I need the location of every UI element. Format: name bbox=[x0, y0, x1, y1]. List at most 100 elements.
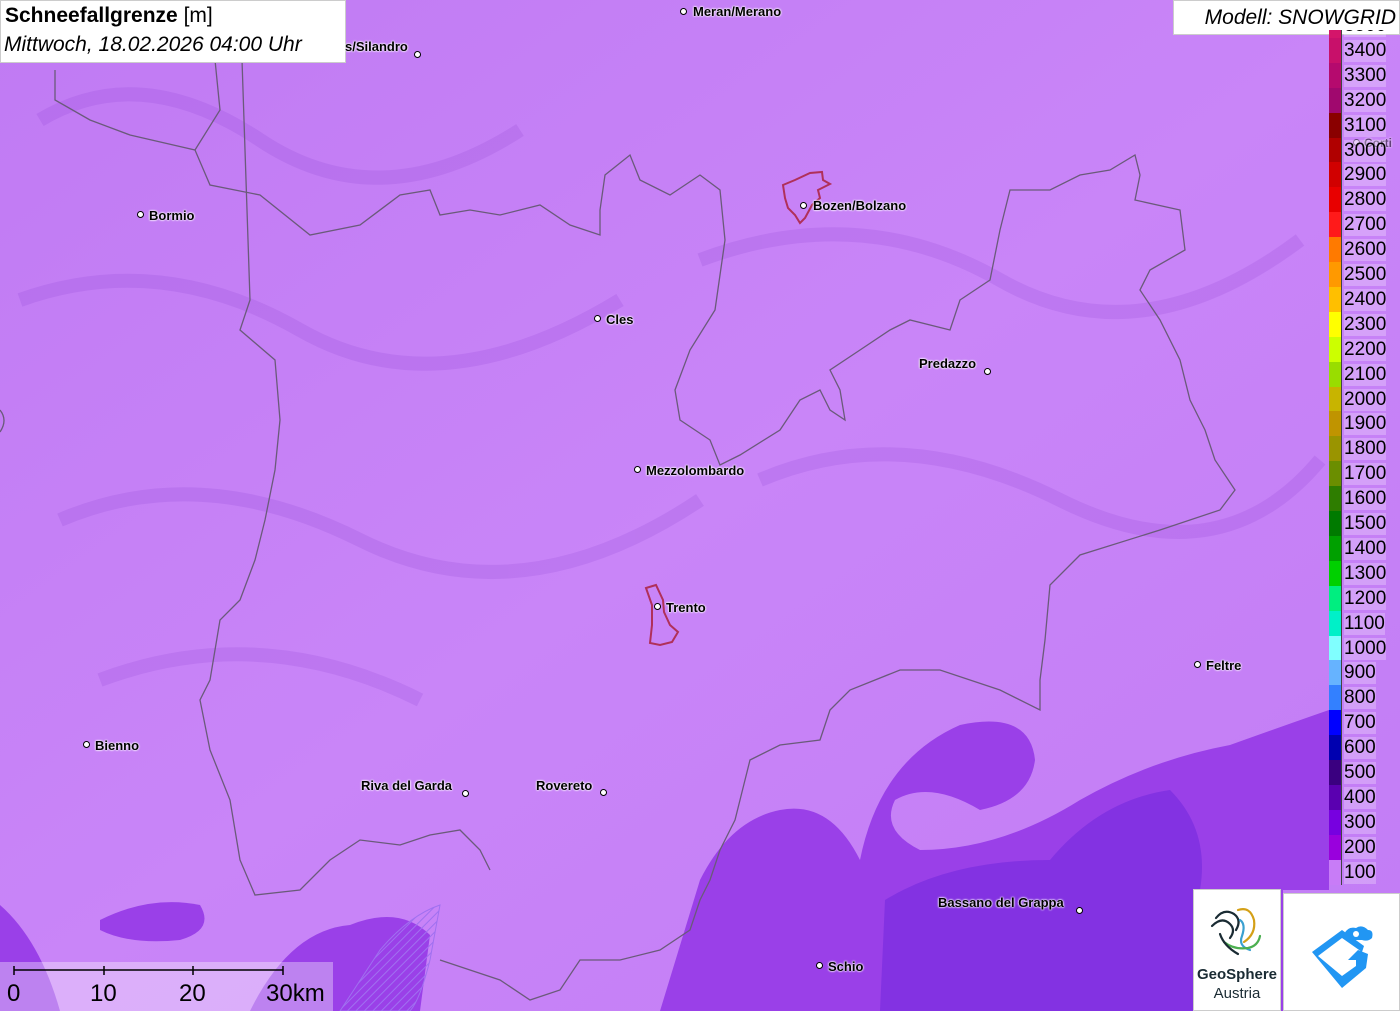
legend-item-1700: 1700 bbox=[1329, 461, 1400, 487]
legend-swatch bbox=[1329, 735, 1342, 761]
city-marker-feltre[interactable] bbox=[1194, 661, 1201, 668]
city-marker-silandro[interactable] bbox=[414, 51, 421, 58]
legend-label: 900 bbox=[1344, 662, 1376, 685]
legend-label: 2800 bbox=[1344, 189, 1387, 212]
legend-swatch bbox=[1329, 212, 1342, 238]
legend-swatch bbox=[1329, 137, 1342, 163]
legend-swatch bbox=[1329, 809, 1342, 835]
legend-label: 2700 bbox=[1344, 214, 1387, 237]
legend-label: 2500 bbox=[1344, 264, 1387, 286]
city-label-feltre[interactable]: Feltre bbox=[1206, 658, 1241, 673]
city-marker-schio[interactable] bbox=[816, 962, 823, 969]
city-label-cles[interactable]: Cles bbox=[606, 312, 633, 327]
city-label-predazzo[interactable]: Predazzo bbox=[919, 356, 976, 371]
city-label-bozen[interactable]: Bozen/Bolzano bbox=[813, 198, 906, 213]
legend-item-3000: 3000 bbox=[1329, 137, 1400, 163]
legend-label: 2600 bbox=[1344, 239, 1387, 262]
legend-swatch bbox=[1329, 710, 1342, 736]
geosphere-subtitle: Austria bbox=[1213, 985, 1261, 1002]
legend-swatch bbox=[1329, 162, 1342, 188]
legend-item-3100: 3100 bbox=[1329, 112, 1400, 138]
legend-item-800: 800 bbox=[1329, 685, 1400, 711]
legend-label: 2900 bbox=[1344, 164, 1387, 187]
city-marker-rovereto[interactable] bbox=[600, 789, 607, 796]
legend-swatch bbox=[1329, 237, 1342, 263]
legend-item-1000: 1000 bbox=[1329, 635, 1400, 661]
legend-swatch bbox=[1329, 660, 1342, 686]
city-label-bienno[interactable]: Bienno bbox=[95, 738, 139, 753]
scale-bar: 0 10 20 30km bbox=[0, 962, 333, 1011]
legend-swatch bbox=[1329, 436, 1342, 462]
legend-swatch bbox=[1329, 834, 1342, 860]
legend-label: 1300 bbox=[1344, 562, 1387, 585]
legend-item-2100: 2100 bbox=[1329, 361, 1400, 387]
legend-item-500: 500 bbox=[1329, 760, 1400, 785]
weather-service-logo[interactable] bbox=[1283, 893, 1400, 1011]
city-label-mezzolombardo[interactable]: Mezzolombardo bbox=[646, 463, 744, 478]
legend-label: 1200 bbox=[1344, 587, 1387, 610]
legend-label: 1700 bbox=[1344, 463, 1387, 486]
legend-swatch bbox=[1329, 37, 1342, 63]
legend-item-900: 900 bbox=[1329, 660, 1400, 686]
legend-label: 100 bbox=[1344, 861, 1376, 884]
legend-swatch bbox=[1329, 311, 1342, 337]
legend-label: 1800 bbox=[1344, 438, 1387, 461]
parameter-name: Schneefallgrenze bbox=[5, 4, 178, 27]
city-label-rovereto[interactable]: Rovereto bbox=[536, 778, 592, 793]
legend-swatch bbox=[1329, 760, 1342, 785]
legend-swatch bbox=[1329, 286, 1342, 312]
legend-label: 1900 bbox=[1344, 413, 1387, 436]
legend-label: 1600 bbox=[1344, 488, 1387, 511]
legend-swatch bbox=[1329, 187, 1342, 213]
legend-item-1900: 1900 bbox=[1329, 411, 1400, 437]
city-marker-bozen[interactable] bbox=[800, 202, 807, 209]
legend-item-600: 600 bbox=[1329, 735, 1400, 761]
city-marker-trento[interactable] bbox=[654, 603, 661, 610]
city-marker-mezzolombardo[interactable] bbox=[634, 466, 641, 473]
legend-item-2700: 2700 bbox=[1329, 212, 1400, 238]
legend-swatch bbox=[1329, 361, 1342, 387]
legend-item-1400: 1400 bbox=[1329, 535, 1400, 561]
legend-label: 200 bbox=[1344, 836, 1376, 859]
legend-label: 3200 bbox=[1344, 89, 1387, 112]
legend-label: 300 bbox=[1344, 811, 1376, 834]
city-label-silandro[interactable]: s/Silandro bbox=[345, 39, 408, 54]
city-label-bassano[interactable]: Bassano del Grappa bbox=[938, 895, 1064, 910]
legend-item-1300: 1300 bbox=[1329, 560, 1400, 586]
legend-item-3200: 3200 bbox=[1329, 87, 1400, 113]
legend-swatch bbox=[1329, 635, 1342, 661]
city-marker-cles[interactable] bbox=[594, 315, 601, 322]
city-label-trento[interactable]: Trento bbox=[666, 600, 706, 615]
scale-label-30km: 30km bbox=[266, 980, 325, 1007]
geosphere-logo[interactable]: GeoSphere Austria bbox=[1193, 889, 1281, 1011]
legend-item-400: 400 bbox=[1329, 784, 1400, 810]
legend-label: 3100 bbox=[1344, 114, 1387, 137]
city-label-riva[interactable]: Riva del Garda bbox=[361, 778, 452, 793]
map-canvas[interactable] bbox=[0, 0, 1400, 1011]
city-marker-bienno[interactable] bbox=[83, 741, 90, 748]
geosphere-name: GeoSphere bbox=[1196, 966, 1278, 983]
legend-swatch bbox=[1329, 486, 1342, 512]
city-marker-predazzo[interactable] bbox=[984, 368, 991, 375]
legend-item-100: 100 bbox=[1329, 859, 1400, 885]
city-marker-riva[interactable] bbox=[462, 790, 469, 797]
legend-item-3400: 3400 bbox=[1329, 37, 1400, 63]
city-marker-bassano[interactable] bbox=[1076, 907, 1083, 914]
legend-item-2900: 2900 bbox=[1329, 162, 1400, 188]
legend-swatch bbox=[1329, 511, 1342, 536]
legend-item-3500: 3500 bbox=[1329, 30, 1400, 38]
city-marker-meran[interactable] bbox=[680, 8, 687, 15]
city-label-bormio[interactable]: Bormio bbox=[149, 208, 195, 223]
map-title: Schneefallgrenze [m] bbox=[5, 4, 213, 28]
legend-label: 1500 bbox=[1344, 513, 1387, 535]
legend-swatch bbox=[1329, 560, 1342, 586]
city-label-meran[interactable]: Meran/Merano bbox=[693, 4, 781, 19]
legend-swatch bbox=[1329, 112, 1342, 138]
scale-label-20: 20 bbox=[179, 980, 206, 1007]
legend-label: 2000 bbox=[1344, 388, 1387, 411]
city-label-schio[interactable]: Schio bbox=[828, 959, 863, 974]
legend-swatch bbox=[1329, 685, 1342, 711]
legend-item-700: 700 bbox=[1329, 710, 1400, 736]
legend-item-2400: 2400 bbox=[1329, 286, 1400, 312]
city-marker-bormio[interactable] bbox=[137, 211, 144, 218]
